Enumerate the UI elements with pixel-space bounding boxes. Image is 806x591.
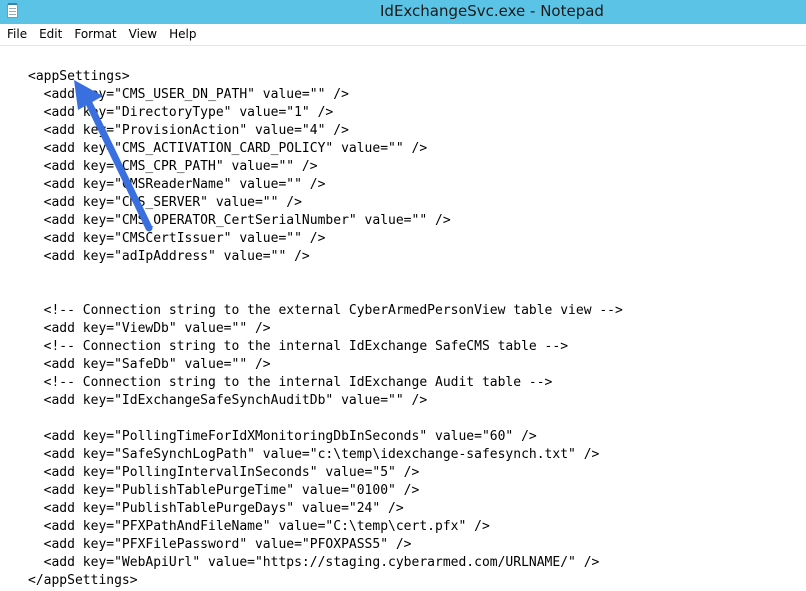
- menu-file[interactable]: File: [0, 24, 33, 45]
- text-line[interactable]: <add key="CMSCertIssuer" value="" />: [28, 230, 623, 248]
- text-line[interactable]: <add key="CMSReaderName" value="" />: [28, 176, 623, 194]
- text-line[interactable]: <add key="SafeSynchLogPath" value="c:\te…: [28, 446, 623, 464]
- text-line[interactable]: <add key="IdExchangeSafeSynchAuditDb" va…: [28, 392, 623, 410]
- text-line[interactable]: <add key="ViewDb" value="" />: [28, 320, 623, 338]
- text-line[interactable]: <add key="ProvisionAction" value="4" />: [28, 122, 623, 140]
- text-line[interactable]: <add key="WebApiUrl" value="https://stag…: [28, 554, 623, 572]
- text-line[interactable]: <add key="CMS_SERVER" value="" />: [28, 194, 623, 212]
- text-line[interactable]: [28, 410, 623, 428]
- text-line[interactable]: <add key="adIpAddress" value="" />: [28, 248, 623, 266]
- text-line[interactable]: <!-- Connection string to the internal I…: [28, 338, 623, 356]
- window-title: IdExchangeSvc.exe - Notepad: [380, 2, 604, 20]
- text-line[interactable]: <add key="PollingIntervalInSeconds" valu…: [28, 464, 623, 482]
- title-bar[interactable]: IdExchangeSvc.exe - Notepad: [0, 0, 806, 24]
- text-line[interactable]: <add key="DirectoryType" value="1" />: [28, 104, 623, 122]
- menu-format[interactable]: Format: [68, 24, 122, 45]
- text-line[interactable]: <!-- Connection string to the external C…: [28, 302, 623, 320]
- menu-bar: File Edit Format View Help: [0, 24, 806, 46]
- text-line[interactable]: <add key="CMS_CPR_PATH" value="" />: [28, 158, 623, 176]
- text-line[interactable]: <add key="PFXFilePassword" value="PFOXPA…: [28, 536, 623, 554]
- text-line[interactable]: <add key="PublishTablePurgeTime" value="…: [28, 482, 623, 500]
- menu-view[interactable]: View: [123, 24, 163, 45]
- text-line[interactable]: [28, 266, 623, 284]
- text-line[interactable]: <appSettings>: [28, 68, 623, 86]
- document-text[interactable]: <appSettings> <add key="CMS_USER_DN_PATH…: [28, 68, 623, 590]
- text-line[interactable]: <add key="PollingTimeForIdXMonitoringDbI…: [28, 428, 623, 446]
- text-line[interactable]: <add key="SafeDb" value="" />: [28, 356, 623, 374]
- text-line[interactable]: </appSettings>: [28, 572, 623, 590]
- text-line[interactable]: <add key="PublishTablePurgeDays" value="…: [28, 500, 623, 518]
- menu-help[interactable]: Help: [163, 24, 202, 45]
- text-line[interactable]: <add key="CMS_ACTIVATION_CARD_POLICY" va…: [28, 140, 623, 158]
- menu-edit[interactable]: Edit: [33, 24, 68, 45]
- text-editor[interactable]: <appSettings> <add key="CMS_USER_DN_PATH…: [0, 46, 806, 591]
- text-line[interactable]: <add key="PFXPathAndFileName" value="C:\…: [28, 518, 623, 536]
- text-line[interactable]: <add key="CMS_OPERATOR_CertSerialNumber"…: [28, 212, 623, 230]
- text-line[interactable]: <add key="CMS_USER_DN_PATH" value="" />: [28, 86, 623, 104]
- text-line[interactable]: <!-- Connection string to the internal I…: [28, 374, 623, 392]
- text-line[interactable]: [28, 284, 623, 302]
